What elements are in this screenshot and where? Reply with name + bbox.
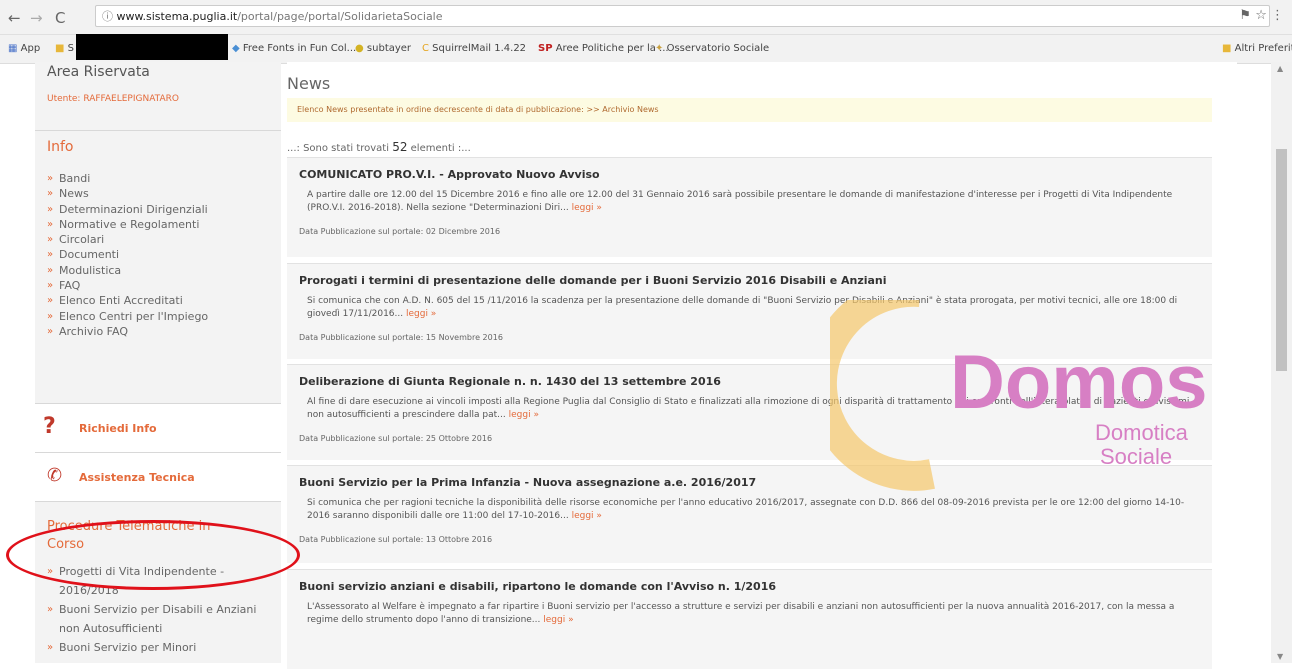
- subtayer-icon: ●: [355, 43, 364, 54]
- read-more-link[interactable]: leggi »: [572, 203, 602, 213]
- scroll-up-icon[interactable]: ▲: [1277, 64, 1283, 73]
- news-excerpt: Al fine di dare esecuzione ai vincoli im…: [299, 396, 1200, 422]
- read-more-link[interactable]: leggi »: [543, 615, 573, 625]
- procedure-item[interactable]: Buoni Servizio per Disabili e Anziani no…: [47, 600, 262, 638]
- news-excerpt-text: Al fine di dare esecuzione ai vincoli im…: [307, 397, 1190, 420]
- sidebar-info-item[interactable]: Elenco Enti Accreditati: [47, 293, 208, 309]
- read-more-link[interactable]: leggi »: [406, 309, 436, 319]
- bookmark-aree-politiche[interactable]: SP Aree Politiche per la ...: [538, 43, 669, 54]
- info-icon[interactable]: ⓘ: [102, 10, 117, 23]
- publication-date: Data Pubblicazione sul portale: 25 Ottob…: [299, 434, 493, 443]
- user-label[interactable]: Utente: RAFFAELEPIGNATARO: [47, 94, 179, 104]
- bookmark-subtayer[interactable]: ● subtayer: [355, 43, 411, 54]
- star-icon[interactable]: ☆: [1255, 8, 1267, 23]
- sidebar-info-item[interactable]: Determinazioni Dirigenziali: [47, 202, 208, 218]
- phone-icon: ✆: [47, 465, 63, 486]
- news-title[interactable]: Deliberazione di Giunta Regionale n. n. …: [299, 375, 1200, 388]
- news-excerpt-text: L'Assessorato al Welfare è impegnato a f…: [307, 602, 1175, 625]
- info-block: Info BandiNewsDeterminazioni Dirigenzial…: [35, 131, 281, 404]
- news-excerpt-text: A partire dalle ore 12.00 del 15 Dicembr…: [307, 190, 1173, 213]
- richiedi-info[interactable]: ? Richiedi Info: [35, 404, 281, 453]
- forward-icon[interactable]: →: [30, 9, 43, 27]
- news-title[interactable]: Prorogati i termini di presentazione del…: [299, 274, 1200, 287]
- osservatorio-icon: ✦: [655, 43, 664, 54]
- redaction-bar: [76, 34, 228, 60]
- reserved-area-title: Area Riservata: [47, 64, 150, 80]
- richiedi-info-label: Richiedi Info: [79, 422, 157, 435]
- news-excerpt-text: Si comunica che per ragioni tecniche la …: [307, 498, 1185, 521]
- bookmark-altri[interactable]: ■ Altri Preferiti: [1222, 43, 1292, 54]
- news-excerpt: Si comunica che con A.D. N. 605 del 15 /…: [299, 295, 1200, 321]
- folder-icon: ■: [1222, 43, 1232, 54]
- news-excerpt: L'Assessorato al Welfare è impegnato a f…: [299, 601, 1200, 627]
- bookmark-freefonts[interactable]: ◆ Free Fonts in Fun Col...: [232, 43, 356, 54]
- scroll-thumb[interactable]: [1276, 149, 1287, 371]
- apps-icon: ▦: [8, 43, 18, 54]
- back-icon[interactable]: ←: [8, 9, 21, 27]
- sidebar-info-item[interactable]: Circolari: [47, 232, 208, 248]
- news-title[interactable]: Buoni Servizio per la Prima Infanzia - N…: [299, 476, 1200, 489]
- scroll-down-icon[interactable]: ▼: [1277, 652, 1283, 661]
- freefonts-icon: ◆: [232, 43, 240, 54]
- browser-toolbar: ← → C ⓘ www.sistema.puglia.it/portal/pag…: [0, 0, 1292, 35]
- assistenza-label: Assistenza Tecnica: [79, 471, 195, 484]
- archive-notice[interactable]: Elenco News presentate in ordine decresc…: [287, 98, 1212, 122]
- red-highlight-ellipse: [6, 520, 300, 590]
- address-bar[interactable]: ⓘ www.sistema.puglia.it/portal/page/port…: [95, 5, 1270, 27]
- scrollbar[interactable]: ▲ ▼: [1271, 62, 1292, 663]
- menu-icon[interactable]: ⋮: [1271, 8, 1284, 23]
- news-item: COMUNICATO PRO.V.I. - Approvato Nuovo Av…: [287, 157, 1212, 257]
- toolbar-icons: ⚑ ☆ ⋮: [1239, 8, 1284, 23]
- bookmark-apps[interactable]: ▦ App: [8, 43, 40, 54]
- news-item: Buoni Servizio per la Prima Infanzia - N…: [287, 465, 1212, 563]
- read-more-link[interactable]: leggi »: [572, 511, 602, 521]
- news-excerpt-text: Si comunica che con A.D. N. 605 del 15 /…: [307, 296, 1178, 319]
- reload-icon[interactable]: C: [55, 9, 65, 27]
- sidebar-info-item[interactable]: Elenco Centri per l'Impiego: [47, 309, 208, 325]
- translate-icon[interactable]: ⚑: [1239, 8, 1251, 23]
- reserved-area: Area Riservata Utente: RAFFAELEPIGNATARO: [35, 62, 281, 131]
- sidebar-info-item[interactable]: Documenti: [47, 247, 208, 263]
- main-content: News Elenco News presentate in ordine de…: [287, 62, 1237, 669]
- news-excerpt: A partire dalle ore 12.00 del 15 Dicembr…: [299, 189, 1200, 215]
- bookmark-folder[interactable]: ■ S: [55, 43, 74, 54]
- sp-icon: SP: [538, 43, 553, 54]
- results-count: ...: Sono stati trovati 52 elementi :...: [287, 140, 471, 154]
- read-more-link[interactable]: leggi »: [509, 410, 539, 420]
- bookmark-squirrelmail[interactable]: C SquirrelMail 1.4.22: [422, 43, 526, 54]
- info-title: Info: [47, 139, 74, 155]
- procedure-item[interactable]: Buoni Servizio per Minori: [47, 638, 262, 657]
- url-path: /portal/page/portal/SolidarietaSociale: [237, 10, 443, 23]
- sidebar-info-item[interactable]: News: [47, 186, 208, 202]
- news-item: Buoni servizio anziani e disabili, ripar…: [287, 569, 1212, 669]
- news-item: Prorogati i termini di presentazione del…: [287, 263, 1212, 359]
- folder-icon: ■: [55, 43, 65, 54]
- sidebar-info-item[interactable]: Bandi: [47, 171, 208, 187]
- sidebar-info-item[interactable]: FAQ: [47, 278, 208, 294]
- news-item: Deliberazione di Giunta Regionale n. n. …: [287, 364, 1212, 460]
- squirrel-icon: C: [422, 43, 429, 54]
- page-title: News: [287, 74, 331, 93]
- sidebar-info-item[interactable]: Archivio FAQ: [47, 324, 208, 340]
- publication-date: Data Pubblicazione sul portale: 15 Novem…: [299, 333, 503, 342]
- info-list: BandiNewsDeterminazioni DirigenzialiNorm…: [47, 171, 208, 340]
- sidebar-info-item[interactable]: Modulistica: [47, 263, 208, 279]
- question-icon: ?: [43, 414, 56, 439]
- news-excerpt: Si comunica che per ragioni tecniche la …: [299, 497, 1200, 523]
- publication-date: Data Pubblicazione sul portale: 02 Dicem…: [299, 227, 501, 236]
- publication-date: Data Pubblicazione sul portale: 13 Ottob…: [299, 535, 493, 544]
- bookmark-osservatorio[interactable]: ✦ Osservatorio Sociale: [655, 43, 769, 54]
- url-host: www.sistema.puglia.it: [116, 10, 238, 23]
- news-title[interactable]: COMUNICATO PRO.V.I. - Approvato Nuovo Av…: [299, 168, 1200, 181]
- assistenza-tecnica[interactable]: ✆ Assistenza Tecnica: [35, 453, 281, 502]
- sidebar-info-item[interactable]: Normative e Regolamenti: [47, 217, 208, 233]
- news-title[interactable]: Buoni servizio anziani e disabili, ripar…: [299, 580, 1200, 593]
